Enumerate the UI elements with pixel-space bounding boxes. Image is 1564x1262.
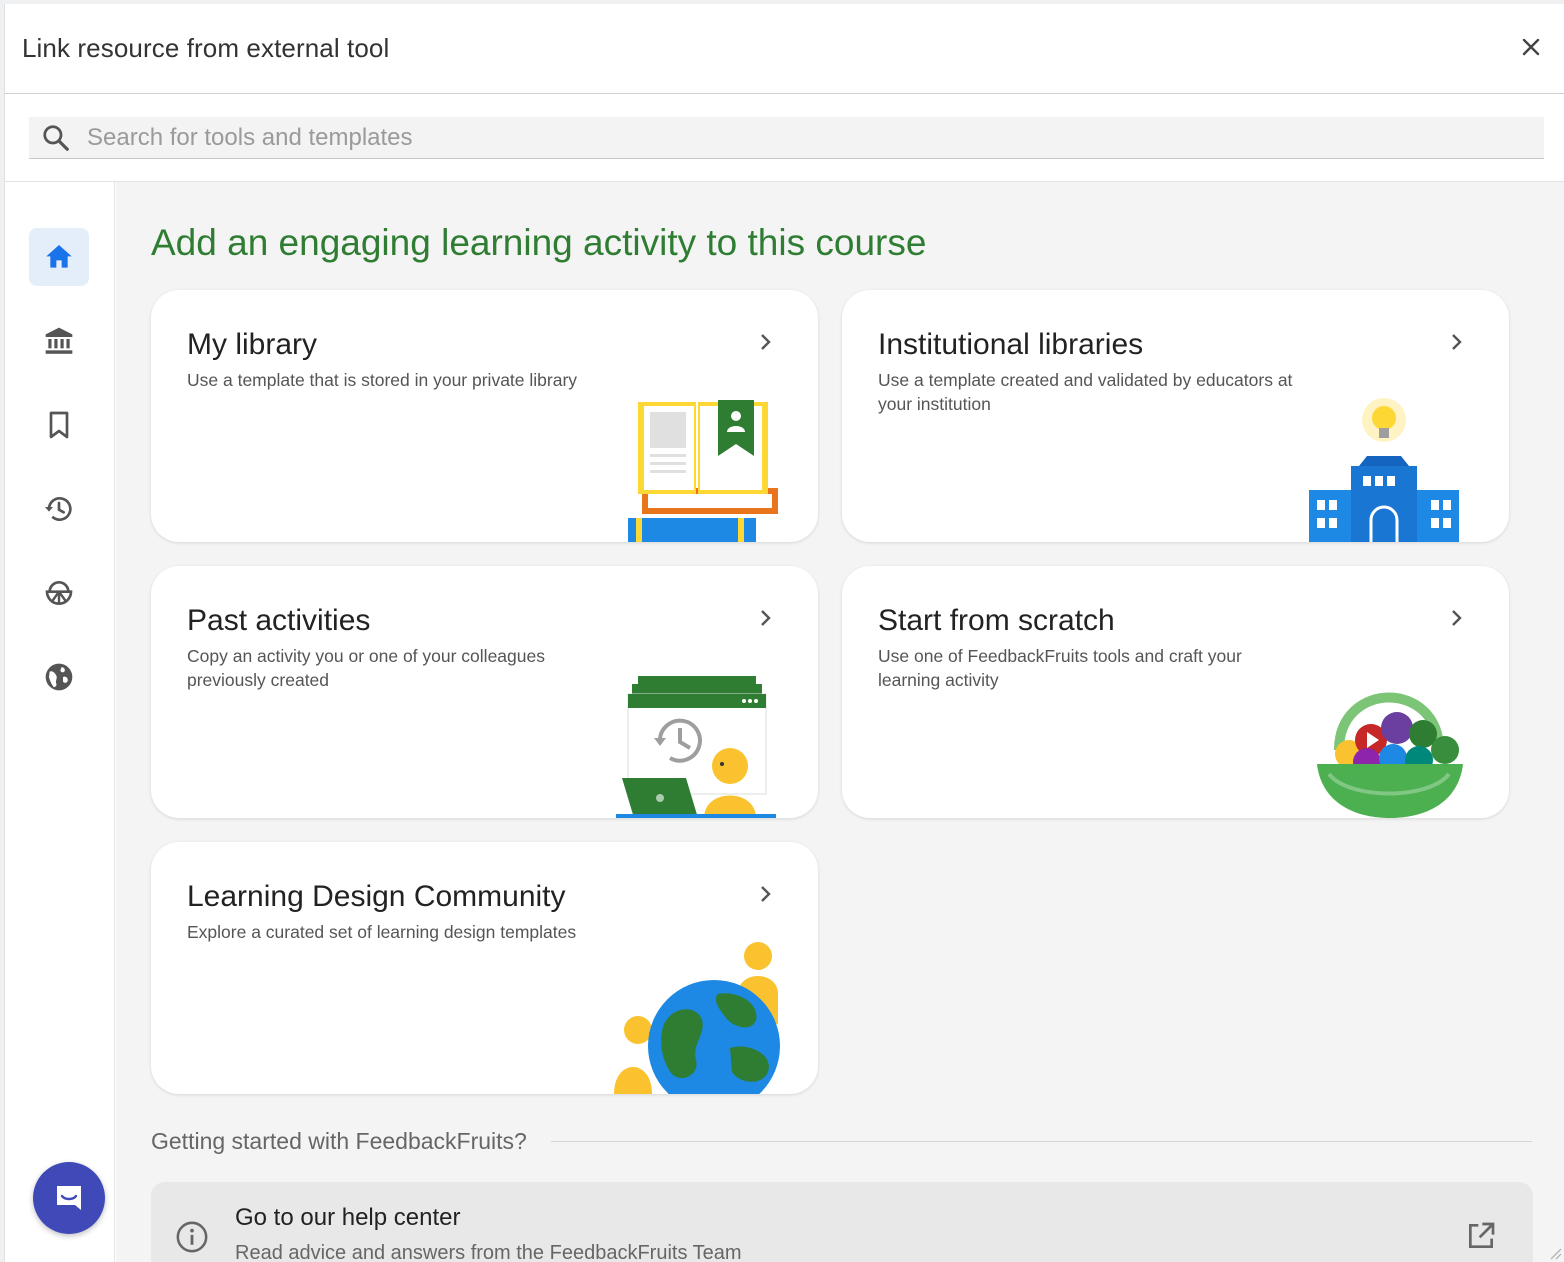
institution-icon — [45, 327, 73, 354]
globe-illustration — [614, 942, 780, 1094]
search-input[interactable] — [87, 123, 1387, 152]
help-center-card[interactable]: Go to our help center Read advice and an… — [151, 1182, 1533, 1262]
card-title: Institutional libraries — [878, 328, 1144, 361]
card-description: Use one of FeedbackFruits tools and craf… — [878, 646, 1242, 690]
chevron-right-icon — [761, 610, 771, 626]
external-link-icon[interactable] — [1465, 1220, 1497, 1252]
search-area — [5, 94, 1564, 182]
search-icon — [43, 124, 69, 151]
search-box[interactable] — [29, 117, 1544, 159]
help-subtitle: Read advice and answers from the Feedbac… — [235, 1242, 742, 1262]
card-learning-design-community[interactable]: Learning Design Community Explore a cura… — [151, 842, 818, 1094]
globe-icon — [45, 663, 73, 691]
info-icon — [176, 1221, 208, 1253]
chat-launcher-button[interactable] — [33, 1162, 105, 1234]
chevron-right-icon — [1452, 610, 1462, 626]
sidebar-item-home[interactable] — [29, 228, 89, 286]
card-description: Use a template created and validated by … — [878, 370, 1293, 414]
divider — [550, 1140, 1532, 1142]
sidebar-item-basket[interactable] — [29, 564, 89, 622]
dialog-title: Link resource from external tool — [22, 33, 390, 63]
bookmark-icon — [49, 411, 69, 439]
chevron-right-icon — [761, 886, 771, 902]
past-activities-illustration — [616, 676, 776, 818]
building-illustration — [1309, 398, 1459, 542]
card-title: My library — [187, 328, 318, 361]
dialog-header: Link resource from external tool — [5, 4, 1564, 94]
card-title: Past activities — [187, 604, 371, 637]
main-content: Add an engaging learning activity to thi… — [116, 182, 1564, 1262]
page-title: Add an engaging learning activity to thi… — [151, 222, 927, 263]
history-icon — [45, 497, 72, 521]
basket-illustration — [1317, 692, 1463, 818]
getting-started-heading: Getting started with FeedbackFruits? — [151, 1127, 527, 1154]
chevron-right-icon — [761, 334, 771, 350]
resize-handle-icon[interactable] — [1546, 1244, 1562, 1260]
card-institutional-libraries[interactable]: Institutional libraries Use a template c… — [842, 290, 1509, 542]
help-title: Go to our help center — [235, 1204, 461, 1231]
chat-icon — [57, 1186, 81, 1210]
card-title: Start from scratch — [878, 604, 1115, 637]
sidebar — [5, 182, 115, 1262]
home-icon — [46, 245, 72, 268]
chevron-right-icon — [1452, 334, 1462, 350]
card-past-activities[interactable]: Past activities Copy an activity you or … — [151, 566, 818, 818]
getting-started-section: Getting started with FeedbackFruits? — [151, 1126, 1532, 1156]
card-description: Use a template that is stored in your pr… — [187, 370, 578, 390]
card-start-from-scratch[interactable]: Start from scratch Use one of FeedbackFr… — [842, 566, 1509, 818]
sidebar-item-history[interactable] — [29, 480, 89, 538]
sidebar-item-bookmarks[interactable] — [29, 396, 89, 454]
close-button[interactable] — [1516, 32, 1546, 62]
basket-icon — [45, 581, 73, 605]
card-description: Copy an activity you or one of your coll… — [187, 646, 545, 690]
card-my-library[interactable]: My library Use a template that is stored… — [151, 290, 818, 542]
card-title: Learning Design Community — [187, 880, 566, 913]
sidebar-item-institution[interactable] — [29, 312, 89, 370]
sidebar-item-community[interactable] — [29, 648, 89, 706]
book-illustration — [628, 400, 778, 542]
card-description: Explore a curated set of learning design… — [187, 922, 577, 942]
link-resource-dialog: Link resource from external tool Search … — [4, 4, 1564, 1262]
close-icon — [1522, 38, 1540, 56]
